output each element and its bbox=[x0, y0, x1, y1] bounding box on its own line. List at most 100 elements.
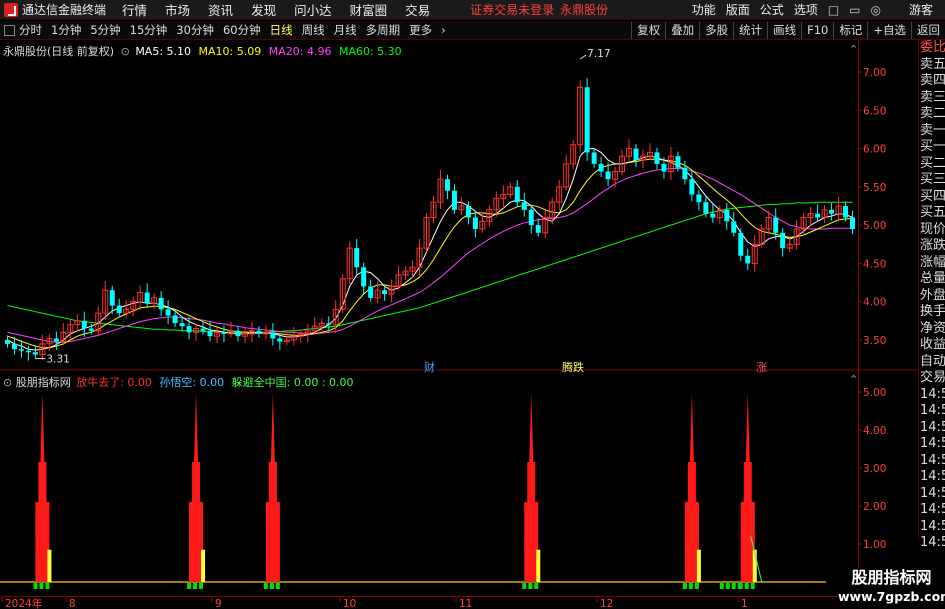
adjust-price-button[interactable]: 复权 bbox=[631, 21, 665, 39]
current-stock-link[interactable]: 永鼎股份 bbox=[560, 1, 608, 18]
f10-button[interactable]: F10 bbox=[801, 21, 833, 39]
candle-body bbox=[591, 152, 597, 164]
side-item[interactable]: 卖三 bbox=[919, 90, 945, 107]
side-item[interactable]: 卖二 bbox=[919, 106, 945, 123]
window-restore-icon[interactable]: □ bbox=[828, 3, 839, 17]
indicator-value-2: 孙悟空: 0.00 bbox=[159, 376, 225, 389]
statistics-button[interactable]: 统计 bbox=[733, 21, 767, 39]
side-item[interactable]: 14:56 bbox=[919, 519, 945, 536]
kline-chart[interactable]: 7.00 6.50 6.00 5.50 5.00 4.50 4.00 3.50 7.17 3.3… bbox=[0, 40, 918, 609]
legend-settings-icon[interactable]: ⊙ bbox=[121, 45, 130, 58]
tdx-logo-icon bbox=[4, 2, 18, 17]
signal-yellow-bar bbox=[47, 549, 52, 582]
tab-5min[interactable]: 5分钟 bbox=[90, 22, 120, 38]
side-item[interactable]: 14:56 bbox=[919, 469, 945, 486]
candle-body bbox=[11, 343, 17, 350]
signal-spike bbox=[684, 392, 699, 582]
trade-login-notice[interactable]: 证券交易未登录 bbox=[470, 1, 554, 18]
date-tick-label: 9 bbox=[215, 598, 222, 609]
tab-multi-period[interactable]: 多周期 bbox=[366, 22, 401, 38]
side-item[interactable]: 委比 bbox=[919, 40, 945, 57]
price-tick-label: 6.00 bbox=[863, 144, 886, 156]
candle-body bbox=[780, 232, 786, 249]
side-item[interactable]: 换手 bbox=[919, 304, 945, 321]
window-minimize-icon[interactable]: ▭ bbox=[849, 3, 860, 17]
tab-1min[interactable]: 1分钟 bbox=[51, 22, 81, 38]
tab-more[interactable]: 更多 bbox=[409, 22, 432, 38]
side-item[interactable]: 净资 bbox=[919, 321, 945, 338]
indicator-tick-label: 3.00 bbox=[863, 463, 886, 475]
side-item[interactable]: 现价 bbox=[919, 222, 945, 239]
candle-body bbox=[235, 330, 241, 337]
candle-body bbox=[361, 267, 367, 287]
add-watchlist-button[interactable]: +自选 bbox=[867, 21, 911, 39]
event-marker-drop[interactable]: 腾跌 bbox=[562, 359, 584, 375]
watermark-title: 股朋指标网 bbox=[851, 568, 932, 587]
tab-intraday[interactable]: 分时 bbox=[19, 22, 42, 38]
tab-15min[interactable]: 15分钟 bbox=[130, 22, 168, 38]
side-item[interactable]: 总量 bbox=[919, 271, 945, 288]
side-item[interactable]: 14:56 bbox=[919, 535, 945, 552]
moving-average-lines bbox=[7, 148, 853, 351]
tool-formula[interactable]: 公式 bbox=[760, 1, 784, 18]
side-item[interactable]: 买二 bbox=[919, 156, 945, 173]
side-item[interactable]: 收益 bbox=[919, 337, 945, 354]
menu-market-quotes[interactable]: 行情 bbox=[122, 0, 147, 19]
side-item[interactable]: 14:56 bbox=[919, 486, 945, 503]
layout-toggle-icon[interactable] bbox=[4, 24, 15, 36]
side-item[interactable]: 交易 bbox=[919, 370, 945, 387]
side-item[interactable]: 外盘 bbox=[919, 288, 945, 305]
candle-body bbox=[815, 213, 821, 218]
side-item[interactable]: 14:56 bbox=[919, 436, 945, 453]
side-item[interactable]: 自动 bbox=[919, 354, 945, 371]
tool-options[interactable]: 选项 bbox=[794, 1, 818, 18]
side-item[interactable]: 买三 bbox=[919, 172, 945, 189]
window-settings-icon[interactable]: ◎ bbox=[871, 3, 881, 17]
candle-body bbox=[4, 340, 10, 344]
back-button[interactable]: 返回 bbox=[911, 21, 945, 39]
collapse-indicator-icon[interactable]: ⌃ bbox=[849, 373, 858, 386]
quote-side-panel: 委比 卖五 卖四 卖三 卖二 卖一 买一 买二 买三 买四 买五 现价 涨跌 涨幅 总量 外盘 换手 净资 收益 自动… bbox=[918, 40, 945, 550]
side-item[interactable]: 买一 bbox=[919, 139, 945, 156]
tab-weekly[interactable]: 周线 bbox=[302, 22, 325, 38]
mark-button[interactable]: 标记 bbox=[833, 21, 867, 39]
event-marker-finance[interactable]: 财 bbox=[424, 359, 435, 375]
side-item[interactable]: 14:56 bbox=[919, 387, 945, 404]
candle-body bbox=[179, 323, 185, 327]
side-item[interactable]: 涨幅 bbox=[919, 255, 945, 272]
side-item[interactable]: 卖一 bbox=[919, 123, 945, 140]
side-item[interactable]: 14:56 bbox=[919, 420, 945, 437]
menu-discover[interactable]: 发现 bbox=[251, 0, 276, 19]
side-item[interactable]: 买五 bbox=[919, 205, 945, 222]
indicator-settings-icon[interactable]: ⊙ bbox=[3, 376, 12, 389]
draw-line-button[interactable]: 画线 bbox=[767, 21, 801, 39]
tool-functions[interactable]: 功能 bbox=[692, 1, 716, 18]
side-item[interactable]: 涨跌 bbox=[919, 238, 945, 255]
menu-wealth-circle[interactable]: 财富圈 bbox=[350, 0, 388, 19]
candle-body bbox=[689, 179, 695, 195]
side-item[interactable]: 14:56 bbox=[919, 502, 945, 519]
signal-green-mark bbox=[719, 583, 724, 589]
tab-monthly[interactable]: 月线 bbox=[334, 22, 357, 38]
tool-layout[interactable]: 版面 bbox=[726, 1, 750, 18]
side-item[interactable]: 卖四 bbox=[919, 73, 945, 90]
collapse-up-icon[interactable]: ⌃ bbox=[849, 43, 858, 56]
menu-news[interactable]: 资讯 bbox=[208, 0, 233, 19]
tab-60min[interactable]: 60分钟 bbox=[223, 22, 261, 38]
side-item[interactable]: 14:56 bbox=[919, 403, 945, 420]
menu-ask-xiaoda[interactable]: 问小达 bbox=[294, 0, 332, 19]
menu-trade[interactable]: 交易 bbox=[405, 0, 430, 19]
event-marker-rise[interactable]: 涨 bbox=[756, 359, 767, 375]
guest-login[interactable]: 游客 bbox=[909, 1, 933, 18]
more-chevron-icon[interactable]: › bbox=[441, 23, 446, 37]
tab-30min[interactable]: 30分钟 bbox=[176, 22, 214, 38]
multi-stock-button[interactable]: 多股 bbox=[699, 21, 733, 39]
side-item[interactable]: 卖五 bbox=[919, 57, 945, 74]
side-item[interactable]: 14:56 bbox=[919, 453, 945, 470]
tab-daily[interactable]: 日线 bbox=[270, 22, 293, 38]
side-item[interactable]: 买四 bbox=[919, 189, 945, 206]
menu-market[interactable]: 市场 bbox=[165, 0, 190, 19]
candle-body bbox=[382, 290, 388, 295]
candle-body bbox=[109, 290, 115, 306]
overlay-button[interactable]: 叠加 bbox=[665, 21, 699, 39]
